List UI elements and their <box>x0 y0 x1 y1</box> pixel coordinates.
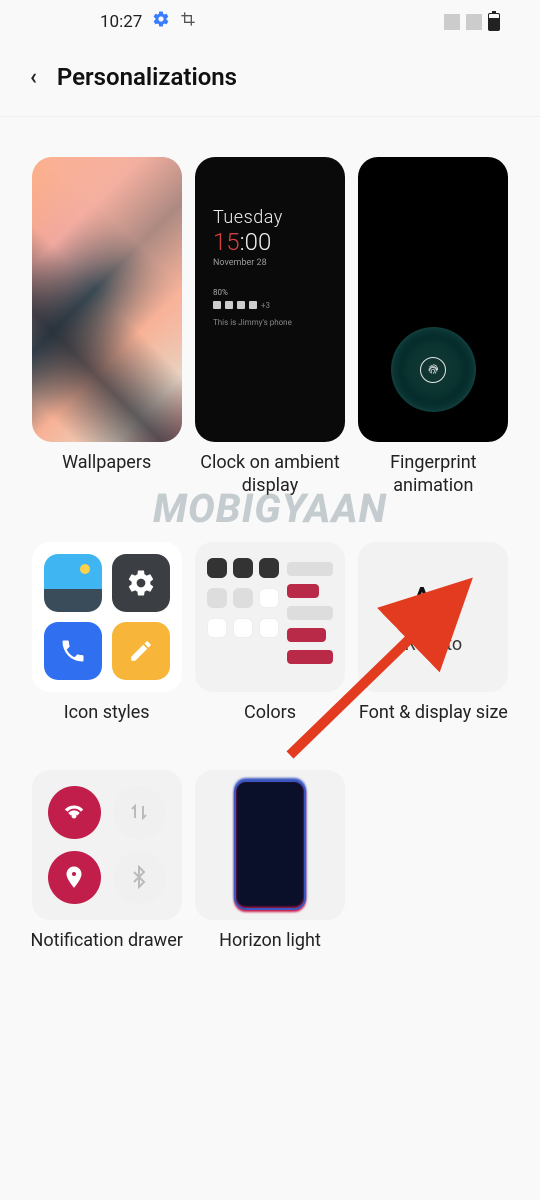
ambient-notif-extra: +3 <box>261 301 270 310</box>
crop-icon <box>180 11 196 32</box>
tile-label: Icon styles <box>64 702 150 725</box>
horizon-phone-graphic <box>234 780 306 910</box>
ambient-phone-text: This is Jimmy's phone <box>213 318 327 327</box>
tile-label: Colors <box>244 702 296 725</box>
tile-label: Font & display size <box>359 702 508 725</box>
page-header: ‹ Personalizations <box>0 43 540 117</box>
tile-label: Fingerprint animation <box>357 452 510 497</box>
tile-wallpapers[interactable]: Wallpapers <box>30 157 183 497</box>
tile-colors[interactable]: Colors <box>193 542 346 725</box>
tile-font-displayon“true'[interactable]: Aa Roboto Font & display size <box>357 542 510 725</box>
page-title: Personalizations <box>57 63 237 91</box>
iconstyles-preview <box>32 542 182 692</box>
colors-preview <box>195 542 345 692</box>
ambient-time: 15:00 <box>213 228 327 256</box>
tile-fingerprint-animation[interactable]: Fingerprint animation <box>357 157 510 497</box>
horizon-preview <box>195 770 345 920</box>
fingerprint-glow <box>391 327 476 412</box>
fingerprint-preview <box>358 157 508 442</box>
status-bar: 10:27 <box>0 0 540 43</box>
status-time: 10:27 <box>100 12 142 32</box>
ambient-min: :00 <box>240 228 272 256</box>
battery-icon <box>488 13 500 31</box>
ambient-notif-icons: +3 <box>213 301 327 310</box>
wallpaper-preview <box>32 157 182 442</box>
gear-icon <box>152 10 170 33</box>
app-icon-settings <box>112 554 170 612</box>
toggle-location-icon <box>48 851 101 904</box>
toggle-bluetooth-icon <box>113 851 166 904</box>
no-signal-icon-2 <box>466 14 482 30</box>
tile-label: Notification drawer <box>30 930 182 953</box>
font-name: Roboto <box>404 634 462 655</box>
font-preview: Aa Roboto <box>358 542 508 692</box>
tile-notification-drawer[interactable]: Notification drawer <box>30 770 183 953</box>
app-icon-phone <box>44 622 102 680</box>
toggle-data-icon <box>113 786 166 839</box>
ambient-preview: Tuesday 15:00 November 28 80% +3 This is… <box>195 157 345 442</box>
tile-label: Horizon light <box>219 930 321 953</box>
drawer-preview <box>32 770 182 920</box>
preview-row-2: Icon styles Colors Aa Roboto Font & disp… <box>0 497 540 725</box>
toggle-wifi-icon <box>48 786 101 839</box>
ambient-hour: 15 <box>213 228 240 256</box>
ambient-battery: 80% <box>213 288 327 297</box>
app-icon-photos <box>44 554 102 612</box>
tile-icon-styles[interactable]: Icon styles <box>30 542 183 725</box>
tile-horizon-light[interactable]: Horizon light <box>193 770 346 953</box>
ambient-day: Tuesday <box>213 207 327 228</box>
preview-row-1: Wallpapers Tuesday 15:00 November 28 80%… <box>0 132 540 497</box>
tile-label: Clock on ambient display <box>193 452 346 497</box>
back-icon[interactable]: ‹ <box>30 65 37 90</box>
font-sample: Aa <box>408 579 458 628</box>
ambient-date: November 28 <box>213 258 327 268</box>
fingerprint-icon <box>420 357 446 383</box>
no-signal-icon-1 <box>444 14 460 30</box>
tile-label: Wallpapers <box>62 452 151 475</box>
preview-row-3: Notification drawer Horizon light <box>0 725 540 953</box>
app-icon-edit <box>112 622 170 680</box>
tile-ambient-clock[interactable]: Tuesday 15:00 November 28 80% +3 This is… <box>193 157 346 497</box>
